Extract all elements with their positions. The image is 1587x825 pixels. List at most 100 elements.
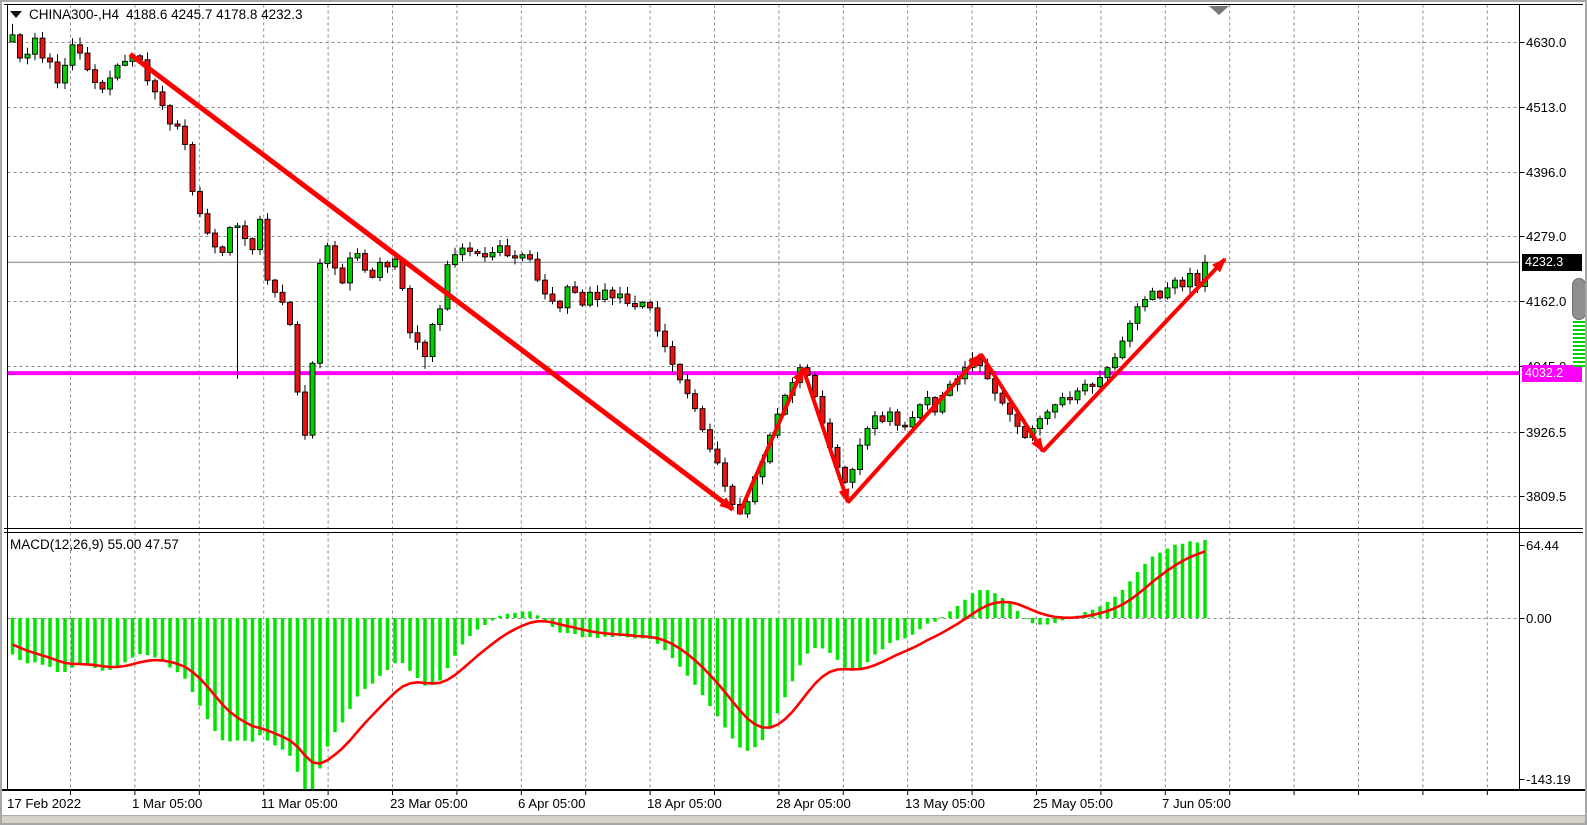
macd-histogram-bar	[701, 618, 705, 695]
macd-histogram-bar	[806, 618, 810, 654]
candle-body	[1158, 291, 1163, 298]
macd-histogram-bar	[146, 618, 150, 655]
macd-histogram-bar	[723, 618, 727, 727]
candle-body	[663, 331, 668, 347]
macd-histogram-bar	[258, 618, 262, 735]
trend-arrow[interactable]	[130, 54, 733, 509]
candle-body	[498, 246, 503, 253]
candle-body	[48, 58, 53, 62]
trend-arrow[interactable]	[1043, 259, 1225, 451]
candle-body	[1150, 291, 1155, 299]
macd-histogram-bar	[828, 618, 832, 653]
candle-body	[355, 254, 360, 258]
candle-body	[708, 430, 713, 449]
macd-histogram-bar	[153, 618, 157, 657]
macd-histogram-bar	[1053, 618, 1057, 623]
trend-arrow[interactable]	[739, 368, 803, 514]
macd-histogram-bar	[776, 618, 780, 713]
candle-body	[168, 106, 173, 124]
candle-body	[543, 280, 548, 294]
time-axis-label: 7 Jun 05:00	[1162, 796, 1231, 811]
macd-histogram-bar	[1038, 618, 1042, 625]
candle-body	[903, 425, 908, 427]
symbol-marker-icon	[10, 11, 22, 18]
candle-body	[415, 333, 420, 342]
macd-histogram-bar	[1046, 618, 1050, 624]
macd-axis-label: 0.00	[1526, 611, 1552, 626]
candle-body	[678, 364, 683, 380]
macd-histogram-bar	[446, 618, 450, 668]
macd-histogram-bar	[851, 618, 855, 671]
candle-body	[528, 255, 533, 259]
macd-histogram-bar	[581, 618, 585, 637]
macd-histogram-bar	[888, 618, 892, 643]
window-bottom-strip	[2, 815, 1585, 825]
macd-histogram-bar	[491, 618, 495, 621]
macd-histogram-bar	[873, 618, 877, 655]
macd-histogram-bar	[1151, 556, 1155, 618]
macd-histogram-bar	[693, 618, 697, 685]
candle-body	[880, 416, 885, 422]
macd-histogram-bar	[453, 618, 457, 656]
trend-arrow[interactable]	[803, 368, 848, 502]
macd-histogram-bar	[41, 618, 45, 665]
candle-body	[40, 38, 45, 58]
macd-histogram-bar	[528, 611, 532, 618]
candle-body	[513, 256, 518, 258]
macd-histogram-bar	[161, 618, 165, 661]
macd-histogram-bar	[791, 618, 795, 681]
macd-histogram-bar	[506, 614, 510, 618]
time-axis-label: 18 Apr 05:00	[647, 796, 722, 811]
macd-histogram-bar	[671, 618, 675, 658]
macd-histogram-bar	[93, 618, 97, 668]
macd-histogram-bar	[363, 618, 367, 689]
macd-histogram-bar	[78, 618, 82, 665]
macd-histogram-bar	[431, 618, 435, 685]
candle-body	[85, 53, 90, 70]
candle-body	[573, 287, 578, 293]
candle-body	[490, 252, 495, 256]
symbol-period-label: CHINA300-,H4	[29, 7, 119, 22]
price-gridlines: 4630.04513.04396.04279.04162.04045.03926…	[8, 35, 1567, 504]
candle-body	[1090, 384, 1095, 386]
hline-price-tag: 4032.2	[1522, 365, 1582, 382]
chart-window: 4630.04513.04396.04279.04162.04045.03926…	[0, 0, 1587, 825]
candle-body	[1180, 280, 1185, 287]
macd-histogram-bar	[588, 618, 592, 637]
candle-body	[1038, 419, 1043, 429]
candle-body	[1053, 405, 1058, 412]
candle-body	[1068, 398, 1073, 400]
price-axis-label: 3809.5	[1526, 489, 1566, 504]
macd-histogram-bar	[266, 618, 270, 740]
scrollbar-thumb[interactable]	[1572, 278, 1586, 320]
candle-body	[438, 309, 443, 325]
macd-histogram-bar	[731, 618, 735, 738]
candle-body	[190, 144, 195, 191]
candle-body	[310, 363, 315, 435]
price-axis-label: 4279.0	[1526, 229, 1566, 244]
candle-body	[453, 255, 458, 265]
macd-histogram-bar	[836, 618, 840, 660]
macd-histogram-bar	[866, 618, 870, 662]
chart-canvas[interactable]: 4630.04513.04396.04279.04162.04045.03926…	[2, 2, 1585, 823]
macd-histogram-bar	[341, 618, 345, 722]
macd-histogram-bar	[386, 618, 390, 670]
candle-body	[280, 292, 285, 302]
chart-shift-triangle-icon[interactable]	[1209, 6, 1229, 15]
macd-histogram-bar	[948, 611, 952, 618]
candle-body	[640, 302, 645, 306]
macd-histogram-bar	[1143, 564, 1147, 618]
macd-histogram-bar	[303, 618, 307, 791]
macd-histogram-bar	[993, 593, 997, 618]
candle-body	[340, 268, 345, 283]
candle-body	[235, 226, 240, 228]
trend-arrows-layer[interactable]	[130, 54, 1225, 514]
macd-histogram-bar	[1181, 544, 1185, 618]
candle-body	[325, 246, 330, 264]
macd-histogram-bar	[393, 618, 397, 663]
candle-body	[1075, 391, 1080, 400]
macd-histogram-bar	[86, 618, 90, 666]
candle-body	[318, 264, 323, 364]
macd-histogram-bar	[956, 606, 960, 618]
trend-arrow[interactable]	[981, 354, 1043, 451]
